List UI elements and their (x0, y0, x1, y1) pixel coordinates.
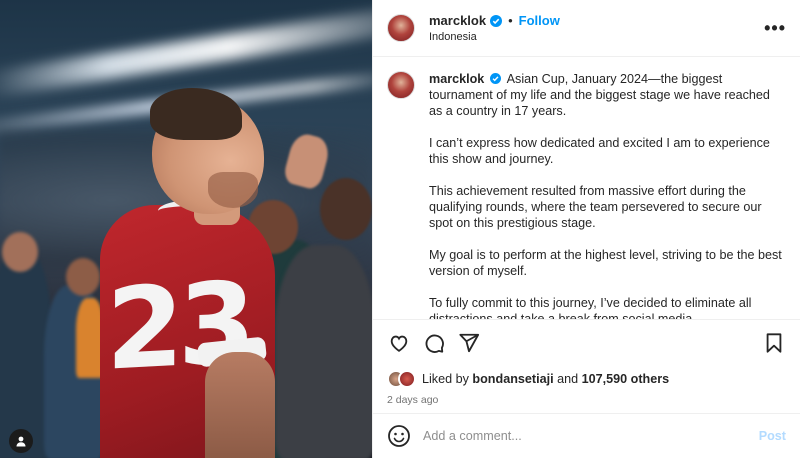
caption-paragraph-2: I can’t express how dedicated and excite… (429, 136, 770, 166)
background-player-far-right (275, 245, 372, 458)
caption-area[interactable]: marcklok Asian Cup, January 2024—the big… (373, 57, 800, 320)
emoji-icon (388, 425, 410, 447)
caption-paragraph-4: My goal is to perform at the highest lev… (429, 248, 782, 278)
caption-paragraph-3: This achievement resulted from massive e… (429, 184, 762, 230)
background-head-far-right (320, 178, 372, 240)
share-button[interactable] (457, 331, 481, 355)
caption-text: marcklok Asian Cup, January 2024—the big… (429, 71, 786, 319)
post-header: marcklok • Follow Indonesia ••• (373, 0, 800, 57)
player-beard (208, 172, 258, 208)
caption-paragraph-5: To fully commit to this journey, I’ve de… (429, 296, 752, 320)
likes-conjunction: and (557, 372, 579, 386)
comment-button[interactable] (422, 331, 446, 355)
heart-icon (390, 335, 408, 352)
likes-count[interactable]: 107,590 others (582, 372, 670, 386)
instagram-post: 23 marcklok • Follow Indonesia ••• marck… (0, 0, 800, 458)
tattooed-arm (205, 352, 275, 458)
post-timestamp[interactable]: 2 days ago (373, 392, 800, 414)
post-comment-button[interactable]: Post (759, 429, 786, 443)
comment-icon (425, 334, 444, 353)
avatar[interactable] (387, 14, 415, 42)
emoji-button[interactable] (387, 424, 411, 448)
background-head-left (2, 232, 38, 272)
bookmark-icon (766, 333, 782, 353)
separator-dot: • (508, 13, 513, 28)
header-meta: marcklok • Follow Indonesia (429, 13, 560, 43)
like-button[interactable] (387, 331, 411, 355)
post-details-panel: marcklok • Follow Indonesia ••• marcklok (372, 0, 800, 458)
liker-avatars (387, 370, 416, 388)
username-link[interactable]: marcklok (429, 13, 486, 28)
comment-bar: Post (373, 414, 800, 458)
liker-avatar (398, 370, 416, 388)
comment-input[interactable] (423, 429, 759, 443)
share-icon (459, 333, 480, 353)
liker-username-link[interactable]: bondansetiaji (472, 372, 553, 386)
caption-username-link[interactable]: marcklok (429, 72, 484, 86)
post-photo[interactable]: 23 (0, 0, 372, 458)
more-options-icon[interactable]: ••• (764, 18, 786, 39)
location-link[interactable]: Indonesia (429, 31, 560, 43)
tagged-users-button[interactable] (9, 429, 33, 453)
likes-prefix: Liked by (422, 372, 469, 386)
action-bar (373, 320, 800, 366)
follow-button[interactable]: Follow (519, 13, 560, 28)
verified-badge-icon (489, 73, 501, 84)
background-head-mid (66, 258, 100, 296)
header-row: marcklok • Follow (429, 13, 560, 28)
person-icon (16, 436, 26, 447)
save-button[interactable] (762, 331, 786, 355)
likes-summary[interactable]: Liked by bondansetiaji and 107,590 other… (373, 366, 800, 392)
caption-avatar[interactable] (387, 71, 415, 99)
verified-badge-icon (490, 14, 503, 27)
caption-paragraph: marcklok Asian Cup, January 2024—the big… (429, 71, 786, 119)
